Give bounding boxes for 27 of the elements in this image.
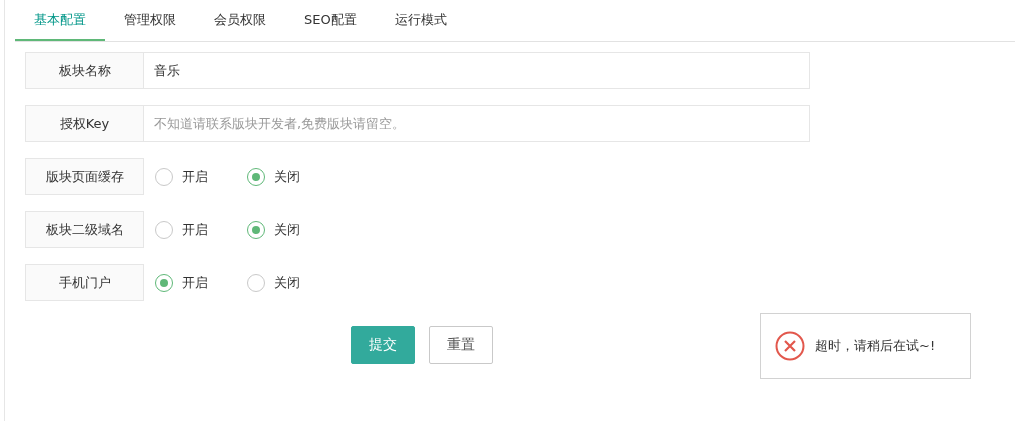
error-icon (775, 331, 805, 361)
input-field[interactable]: 音乐 (144, 52, 810, 89)
reset-button[interactable]: 重置 (429, 326, 493, 364)
tab[interactable]: SEO配置 (285, 0, 376, 41)
option-label: 关闭 (274, 167, 300, 186)
option-label: 开启 (182, 273, 208, 292)
field-label: 板块名称 (25, 52, 144, 89)
field-label: 板块二级域名 (25, 211, 144, 248)
radio-option[interactable]: 关闭 (247, 220, 328, 239)
option-label: 开启 (182, 220, 208, 239)
tab[interactable]: 运行模式 (375, 0, 466, 41)
radio-option[interactable]: 关闭 (247, 273, 328, 292)
option-label: 关闭 (274, 273, 300, 292)
field-label: 手机门户 (25, 264, 144, 301)
tab[interactable]: 管理权限 (105, 0, 195, 41)
input-field[interactable]: 不知道请联系版块开发者,免费版块请留空。 (144, 105, 810, 142)
radio-option[interactable]: 开启 (155, 167, 236, 186)
radio-option[interactable]: 开启 (155, 220, 236, 239)
field-label: 版块页面缓存 (25, 158, 144, 195)
option-label: 关闭 (274, 220, 300, 239)
radio-option[interactable]: 关闭 (247, 167, 328, 186)
field-label: 授权Key (25, 105, 144, 142)
radio-option[interactable]: 开启 (155, 273, 236, 292)
tab[interactable]: 会员权限 (195, 0, 285, 41)
tab[interactable]: 基本配置 (15, 0, 105, 41)
option-label: 开启 (182, 167, 208, 186)
toast-message: 超时，请稍后在试~! (815, 337, 936, 355)
